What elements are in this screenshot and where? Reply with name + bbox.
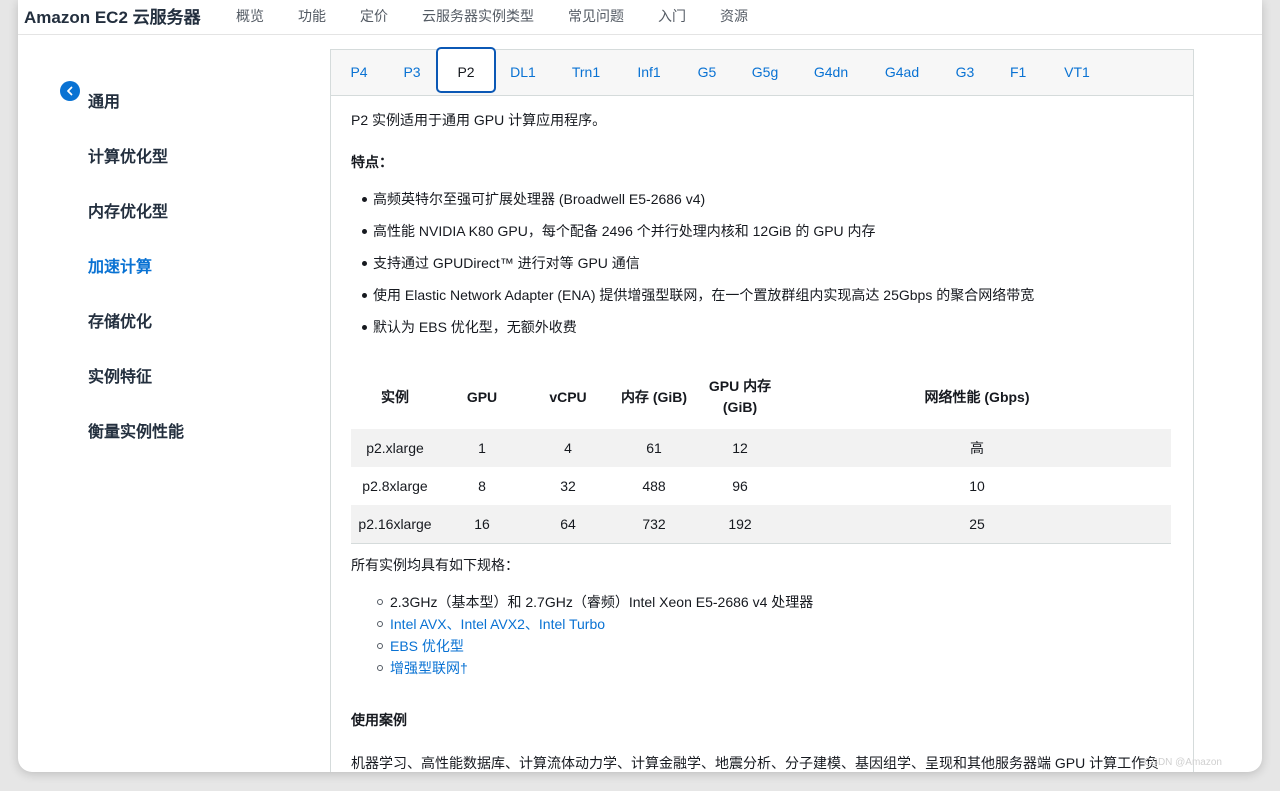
table-header-row: 实例 GPU vCPU 内存 (GiB) GPU 内存 (GiB) 网络性能 (… — [351, 365, 1171, 429]
cell-vcpu: 64 — [560, 516, 576, 532]
browser-window: Amazon EC2 云服务器 概览 功能 定价 云服务器实例类型 常见问题 入… — [18, 0, 1262, 772]
cell-vcpu: 4 — [564, 440, 572, 456]
specs-list: 2.3GHz（基本型）和 2.7GHz（睿频）Intel Xeon E5-268… — [377, 592, 813, 680]
back-button[interactable] — [60, 81, 80, 101]
col-header-gpu-memory: GPU 内存 (GiB) — [708, 378, 772, 415]
all-specs-label: 所有实例均具有如下规格： — [351, 557, 519, 573]
sidebar: 通用 计算优化型 内存优化型 加速计算 存储优化 实例特征 衡量实例性能 — [88, 93, 184, 478]
table-row: p2.16xlarge 16 64 732 192 25 — [351, 505, 1171, 544]
table-row: p2.xlarge 1 4 61 12 高 — [351, 429, 1171, 467]
cell-memory: 488 — [642, 478, 666, 494]
tab-p2[interactable]: P2 — [436, 47, 496, 93]
tab-dl1[interactable]: DL1 — [509, 50, 537, 95]
tab-p4[interactable]: P4 — [349, 50, 369, 95]
table-row: p2.8xlarge 8 32 488 96 10 — [351, 467, 1171, 505]
top-nav-instance-types[interactable]: 云服务器实例类型 — [422, 6, 534, 26]
tab-g3[interactable]: G3 — [955, 50, 975, 95]
tab-trn1[interactable]: Trn1 — [571, 50, 601, 95]
feature-item: 支持通过 GPUDirect™ 进行对等 GPU 通信 — [351, 253, 1034, 285]
watermark: CSDN @Amazon — [1144, 757, 1222, 768]
sidebar-item-memory-optimized[interactable]: 内存优化型 — [88, 203, 184, 258]
instance-panel: P4 P3 P2 DL1 Trn1 Inf1 G5 G5g G4dn G4ad … — [330, 47, 1194, 772]
cell-network: 10 — [969, 478, 985, 494]
features-label: 特点： — [351, 154, 393, 170]
chevron-left-icon — [67, 86, 73, 96]
sidebar-item-instance-features[interactable]: 实例特征 — [88, 368, 184, 423]
cell-gpu: 8 — [478, 478, 486, 494]
cell-instance: p2.16xlarge — [358, 516, 432, 532]
col-header-instance: 实例 — [381, 388, 409, 405]
col-header-gpu: GPU — [466, 388, 498, 405]
feature-item: 使用 Elastic Network Adapter (ENA) 提供增强型联网… — [351, 285, 1034, 317]
spec-processor: 2.3GHz（基本型）和 2.7GHz（睿频）Intel Xeon E5-268… — [377, 592, 813, 614]
cell-network: 25 — [969, 516, 985, 532]
product-title: Amazon EC2 云服务器 — [24, 8, 201, 27]
cell-memory: 732 — [642, 516, 666, 532]
tab-g5[interactable]: G5 — [697, 50, 717, 95]
top-nav-pricing[interactable]: 定价 — [360, 6, 388, 26]
top-nav-resources[interactable]: 资源 — [720, 6, 748, 26]
feature-item: 默认为 EBS 优化型，无额外收费 — [351, 317, 1034, 349]
sidebar-item-compute-optimized[interactable]: 计算优化型 — [88, 148, 184, 203]
top-nav-overview[interactable]: 概览 — [236, 6, 264, 26]
sidebar-item-accelerated-computing[interactable]: 加速计算 — [88, 258, 184, 313]
feature-item: 高频英特尔至强可扩展处理器 (Broadwell E5-2686 v4) — [351, 189, 1034, 221]
tab-p3[interactable]: P3 — [402, 50, 422, 95]
instance-tabs: P4 P3 P2 DL1 Trn1 Inf1 G5 G5g G4dn G4ad … — [331, 47, 1193, 96]
top-nav-faq[interactable]: 常见问题 — [568, 6, 624, 26]
col-header-vcpu: vCPU — [549, 388, 587, 405]
spec-link-enhanced-networking[interactable]: 增强型联网† — [377, 658, 813, 680]
spec-link-ebs-optimized[interactable]: EBS 优化型 — [377, 636, 813, 658]
feature-item: 高性能 NVIDIA K80 GPU，每个配备 2496 个并行处理内核和 12… — [351, 221, 1034, 253]
tab-inf1[interactable]: Inf1 — [636, 50, 662, 95]
tab-g5g[interactable]: G5g — [751, 50, 779, 95]
sidebar-item-general[interactable]: 通用 — [88, 93, 184, 148]
tab-g4dn[interactable]: G4dn — [813, 50, 849, 95]
cell-vcpu: 32 — [560, 478, 576, 494]
sidebar-item-storage-optimized[interactable]: 存储优化 — [88, 313, 184, 368]
use-cases-text: 机器学习、高性能数据库、计算流体动力学、计算金融学、地震分析、分子建模、基因组学… — [351, 755, 1160, 771]
tab-g4ad[interactable]: G4ad — [884, 50, 920, 95]
cell-network: 高 — [970, 440, 984, 456]
tab-f1[interactable]: F1 — [1010, 50, 1026, 95]
top-navigation-bar: Amazon EC2 云服务器 概览 功能 定价 云服务器实例类型 常见问题 入… — [18, 0, 1262, 35]
col-header-memory: 内存 (GiB) — [620, 388, 688, 405]
tab-vt1[interactable]: VT1 — [1064, 50, 1090, 95]
col-header-network: 网络性能 (Gbps) — [924, 388, 1030, 405]
features-list: 高频英特尔至强可扩展处理器 (Broadwell E5-2686 v4) 高性能… — [351, 189, 1034, 349]
cell-instance: p2.8xlarge — [362, 478, 428, 494]
cell-gpu: 1 — [478, 440, 486, 456]
top-nav-features[interactable]: 功能 — [298, 6, 326, 26]
instance-spec-table: 实例 GPU vCPU 内存 (GiB) GPU 内存 (GiB) 网络性能 (… — [351, 365, 1171, 544]
cell-gpu-memory: 96 — [732, 478, 748, 494]
cell-gpu-memory: 192 — [728, 516, 752, 532]
cell-memory: 61 — [646, 440, 662, 456]
sidebar-item-measure-performance[interactable]: 衡量实例性能 — [88, 423, 184, 478]
spec-link-intel-avx[interactable]: Intel AVX、Intel AVX2、Intel Turbo — [377, 614, 813, 636]
cell-gpu: 16 — [474, 516, 490, 532]
use-cases-title: 使用案例 — [351, 712, 407, 728]
top-nav: 概览 功能 定价 云服务器实例类型 常见问题 入门 资源 — [236, 6, 748, 26]
cell-gpu-memory: 12 — [732, 440, 748, 456]
top-nav-getting-started[interactable]: 入门 — [658, 6, 686, 26]
cell-instance: p2.xlarge — [366, 440, 424, 456]
p2-intro: P2 实例适用于通用 GPU 计算应用程序。 — [351, 112, 607, 128]
